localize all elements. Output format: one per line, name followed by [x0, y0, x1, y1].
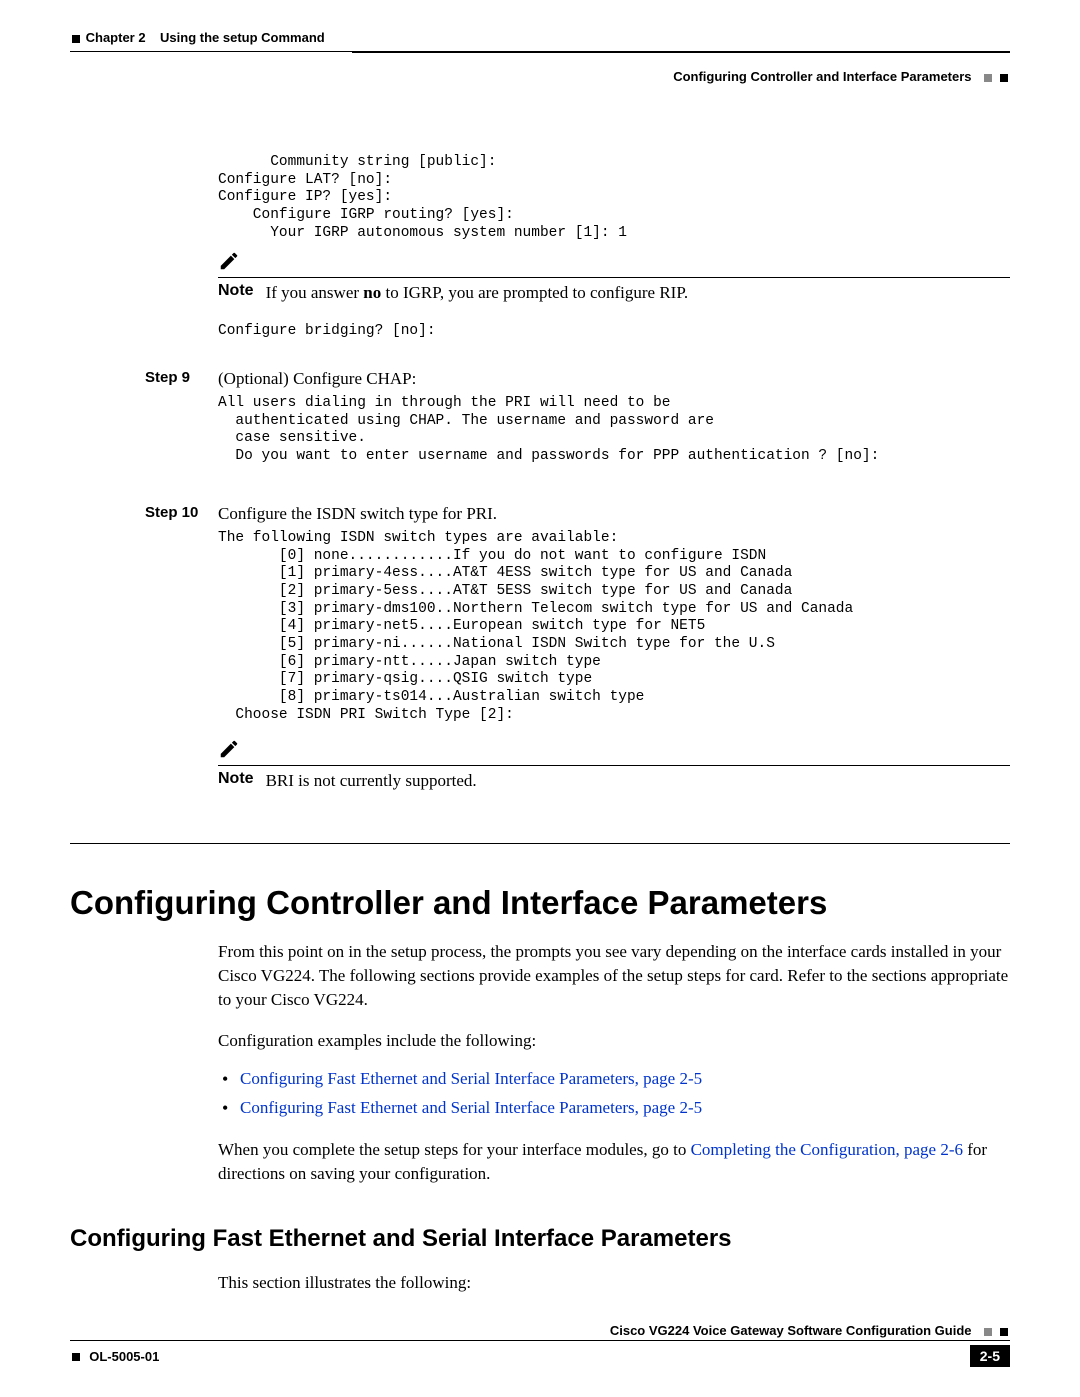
note-block: Note If you answer no to IGRP, you are p…	[218, 250, 1010, 305]
footer-doc-id: OL-5005-01	[89, 1349, 159, 1364]
paragraph: When you complete the setup steps for yo…	[218, 1138, 1010, 1186]
page-number: 2-5	[970, 1345, 1010, 1367]
paragraph: From this point on in the setup process,…	[218, 940, 1010, 1011]
page-footer: Cisco VG224 Voice Gateway Software Confi…	[70, 1323, 1010, 1367]
section-title: Configuring Controller and Interface Par…	[673, 69, 971, 84]
step-row: Step 9 (Optional) Configure CHAP:	[70, 369, 1010, 389]
pencil-icon	[218, 738, 246, 765]
cross-ref-link[interactable]: Completing the Configuration, page 2-6	[691, 1140, 963, 1159]
page-header: Chapter 2 Using the setup Command Config…	[70, 30, 1010, 84]
square-marker-icon	[72, 1353, 80, 1361]
heading-2: Configuring Fast Ethernet and Serial Int…	[70, 1225, 1010, 1253]
step-label: Step 10	[70, 504, 218, 521]
footer-doc-title: Cisco VG224 Voice Gateway Software Confi…	[610, 1323, 972, 1338]
step-row: Step 10 Configure the ISDN switch type f…	[70, 504, 1010, 524]
note-label: Note	[218, 770, 254, 788]
content-body: Community string [public]: Configure LAT…	[70, 154, 1010, 1295]
header-left: Chapter 2 Using the setup Command	[70, 30, 325, 49]
footer-rule	[70, 1340, 1010, 1341]
square-marker-icon	[1000, 74, 1008, 82]
square-marker-icon	[1000, 1328, 1008, 1336]
step-text: Configure the ISDN switch type for PRI.	[218, 504, 497, 524]
cross-ref-link[interactable]: Configuring Fast Ethernet and Serial Int…	[240, 1098, 702, 1117]
step-text: (Optional) Configure CHAP:	[218, 369, 416, 389]
heading-1: Configuring Controller and Interface Par…	[70, 884, 1010, 922]
paragraph: This section illustrates the following:	[218, 1271, 1010, 1295]
note-text: BRI is not currently supported.	[266, 770, 1010, 793]
square-marker-icon	[984, 74, 992, 82]
bullet-list: Configuring Fast Ethernet and Serial Int…	[218, 1065, 1010, 1121]
code-block: The following ISDN switch types are avai…	[70, 530, 1010, 725]
cross-ref-link[interactable]: Configuring Fast Ethernet and Serial Int…	[240, 1069, 702, 1088]
list-item: Configuring Fast Ethernet and Serial Int…	[240, 1065, 1010, 1092]
code-block: Community string [public]: Configure LAT…	[70, 154, 1010, 242]
square-marker-icon	[72, 35, 80, 43]
code-block: All users dialing in through the PRI wil…	[70, 395, 1010, 466]
chapter-label: Chapter 2	[86, 30, 146, 45]
pencil-icon	[218, 250, 246, 277]
paragraph: Configuration examples include the follo…	[218, 1029, 1010, 1053]
header-sub-rule	[352, 52, 1010, 53]
header-right: Configuring Controller and Interface Par…	[673, 69, 1010, 84]
chapter-title: Using the setup Command	[160, 30, 325, 45]
note-text: If you answer no to IGRP, you are prompt…	[266, 282, 1010, 305]
step-label: Step 9	[70, 369, 218, 386]
code-block: Configure bridging? [no]:	[70, 323, 1010, 341]
list-item: Configuring Fast Ethernet and Serial Int…	[240, 1094, 1010, 1121]
note-block: Note BRI is not currently supported.	[218, 738, 1010, 793]
section-divider	[70, 843, 1010, 844]
note-label: Note	[218, 282, 254, 300]
square-marker-icon	[984, 1328, 992, 1336]
